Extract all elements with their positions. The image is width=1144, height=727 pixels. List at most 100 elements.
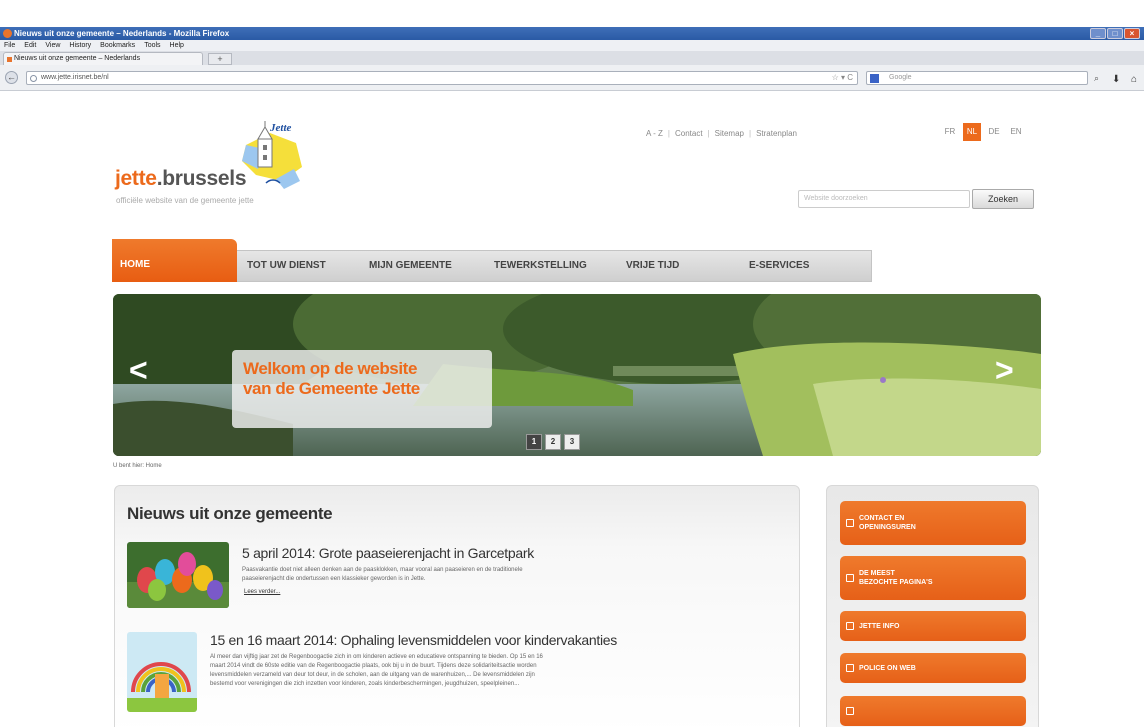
link-contact[interactable]: Contact [675, 129, 703, 138]
news-item-title[interactable]: 15 en 16 maart 2014: Ophaling levensmidd… [210, 632, 617, 648]
window-title: Nieuws uit onze gemeente – Nederlands - … [14, 29, 230, 38]
logo-signature: Jette [269, 122, 291, 134]
close-button[interactable]: × [1124, 28, 1140, 39]
rainbow-action-thumbnail[interactable] [127, 632, 197, 712]
contact-opening-hours-button[interactable]: CONTACT EN OPENINGSUREN [840, 501, 1026, 545]
reload-icon[interactable]: ☆ ▾ C [832, 72, 853, 84]
lang-en[interactable]: EN [1007, 123, 1025, 141]
new-tab-button[interactable]: + [208, 53, 232, 65]
arrow-box-icon [846, 574, 854, 582]
easter-eggs-thumbnail[interactable] [127, 542, 229, 608]
navigation-toolbar: ← www.jette.irisnet.be/nl ☆ ▾ C Google ⌕… [0, 65, 1144, 91]
menu-help[interactable]: Help [170, 40, 184, 51]
menu-tools[interactable]: Tools [144, 40, 160, 51]
nav-mijn-gemeente[interactable]: MIJN GEMEENTE [369, 251, 452, 281]
news-heading: Nieuws uit onze gemeente [127, 504, 333, 523]
separator: | [667, 129, 670, 138]
menu-bar: File Edit View History Bookmarks Tools H… [0, 40, 1144, 51]
webpage: Jette jette.brussels officiële website v… [0, 92, 1144, 727]
logo-tagline: officiële website van de gemeente jette [116, 196, 254, 205]
download-icon[interactable]: ⬇ [1112, 74, 1120, 85]
news-item-text: levensmiddelen verzameld van deur tot de… [210, 672, 535, 678]
menu-file[interactable]: File [4, 40, 15, 51]
google-engine-icon[interactable] [870, 74, 879, 83]
browser-search-field[interactable]: Google ⌕ [866, 71, 1099, 85]
separator: | [748, 129, 752, 138]
news-item-title[interactable]: 5 april 2014: Grote paaseierenjacht in G… [242, 545, 534, 561]
top-links: A - Z | Contact | Sitemap | Stratenplan [646, 129, 797, 138]
link-sitemap[interactable]: Sitemap [715, 129, 744, 138]
hero-caption-line-2: van de Gemeente Jette [243, 379, 420, 398]
quick-link-label: BEZOCHTE PAGINA'S [859, 579, 933, 586]
news-item-text: Paasvakantie doet niet alleen denken aan… [242, 567, 523, 573]
back-button[interactable]: ← [5, 71, 18, 84]
link-a-z[interactable]: A - Z [646, 129, 663, 138]
lang-fr[interactable]: FR [941, 123, 959, 141]
logo-brand: jette [115, 167, 157, 190]
separator: | [707, 129, 710, 138]
site-search-input[interactable]: Website doorzoeken [798, 190, 970, 208]
lang-de[interactable]: DE [985, 123, 1003, 141]
hero-page-1[interactable]: 1 [526, 434, 542, 450]
nav-tot-uw-dienst[interactable]: TOT UW DIENST [247, 251, 326, 281]
nav-e-services[interactable]: E-SERVICES [749, 251, 809, 281]
arrow-box-icon [846, 664, 854, 672]
favicon-icon [7, 57, 12, 62]
lang-nl[interactable]: NL [963, 123, 981, 141]
news-item-text: maart 2014 vindt de 60ste editie van de … [210, 663, 537, 669]
quick-link-label: JETTE INFO [859, 622, 900, 630]
quick-link-label: CONTACT EN [859, 515, 905, 522]
menu-bookmarks[interactable]: Bookmarks [100, 40, 135, 51]
arrow-box-icon [846, 707, 854, 715]
link-stratenplan[interactable]: Stratenplan [756, 129, 797, 138]
quick-link-button[interactable] [840, 696, 1026, 726]
hero-page-2[interactable]: 2 [545, 434, 561, 450]
globe-icon [30, 75, 37, 82]
browser-tab[interactable]: Nieuws uit onze gemeente – Nederlands [3, 52, 203, 65]
site-logo[interactable]: jette.brussels [115, 167, 247, 191]
url-bar[interactable]: www.jette.irisnet.be/nl ☆ ▾ C [26, 71, 858, 85]
language-switcher: FR NL DE EN [941, 123, 1025, 141]
hero-pager: 1 2 3 [526, 434, 580, 450]
minimize-button[interactable]: _ [1090, 28, 1106, 39]
window-controls: _ □ × [1090, 28, 1140, 39]
menu-view[interactable]: View [45, 40, 60, 51]
browser-search-placeholder: Google [889, 74, 912, 81]
hero-caption: Welkom op de website van de Gemeente Jet… [232, 350, 492, 428]
nav-tewerkstelling[interactable]: TEWERKSTELLING [494, 251, 587, 281]
maximize-button[interactable]: □ [1107, 28, 1123, 39]
breadcrumb: U bent hier: Home [113, 463, 162, 469]
quick-link-label: OPENINGSUREN [859, 524, 916, 531]
news-item-text: Al meer dan vijftig jaar zet de Regenboo… [210, 654, 543, 660]
jette-logo-icon[interactable]: Jette [236, 119, 316, 194]
hero-page-3[interactable]: 3 [564, 434, 580, 450]
firefox-icon [3, 29, 12, 38]
police-on-web-button[interactable]: POLICE ON WEB [840, 653, 1026, 683]
search-button[interactable]: Zoeken [972, 189, 1034, 209]
hero-prev-arrow[interactable]: < [129, 352, 148, 389]
nav-vrije-tijd[interactable]: VRIJE TIJD [626, 251, 679, 281]
hero-caption-line-1: Welkom op de website [243, 359, 418, 378]
nav-home[interactable]: HOME [112, 239, 237, 282]
news-item: 15 en 16 maart 2014: Ophaling levensmidd… [127, 632, 787, 722]
hero-banner: < > Welkom op de website van de Gemeente… [113, 294, 1041, 456]
quick-link-label: POLICE ON WEB [859, 664, 916, 672]
magnifier-icon[interactable]: ⌕ [1094, 72, 1099, 84]
arrow-box-icon [846, 519, 854, 527]
logo-suffix: .brussels [156, 167, 247, 190]
tab-strip: Nieuws uit onze gemeente – Nederlands + [0, 51, 1144, 65]
arrow-box-icon [846, 622, 854, 630]
jette-info-button[interactable]: JETTE INFO [840, 611, 1026, 641]
screen: { "browser": { "window_title": "Nieuws u… [0, 0, 1144, 727]
most-visited-pages-button[interactable]: DE MEEST BEZOCHTE PAGINA'S [840, 556, 1026, 600]
menu-history[interactable]: History [69, 40, 91, 51]
news-item-text: paaseierenjacht die ondertussen een klas… [242, 576, 426, 582]
quick-link-label: DE MEEST [859, 570, 895, 577]
read-more-link[interactable]: Lees verder... [244, 589, 280, 595]
news-panel: Nieuws uit onze gemeente 5 april 2014: G… [114, 485, 800, 727]
home-icon[interactable]: ⌂ [1131, 74, 1137, 85]
hero-next-arrow[interactable]: > [995, 352, 1014, 389]
menu-edit[interactable]: Edit [24, 40, 36, 51]
window-titlebar: Nieuws uit onze gemeente – Nederlands - … [0, 27, 1144, 40]
url-text: www.jette.irisnet.be/nl [41, 74, 109, 81]
